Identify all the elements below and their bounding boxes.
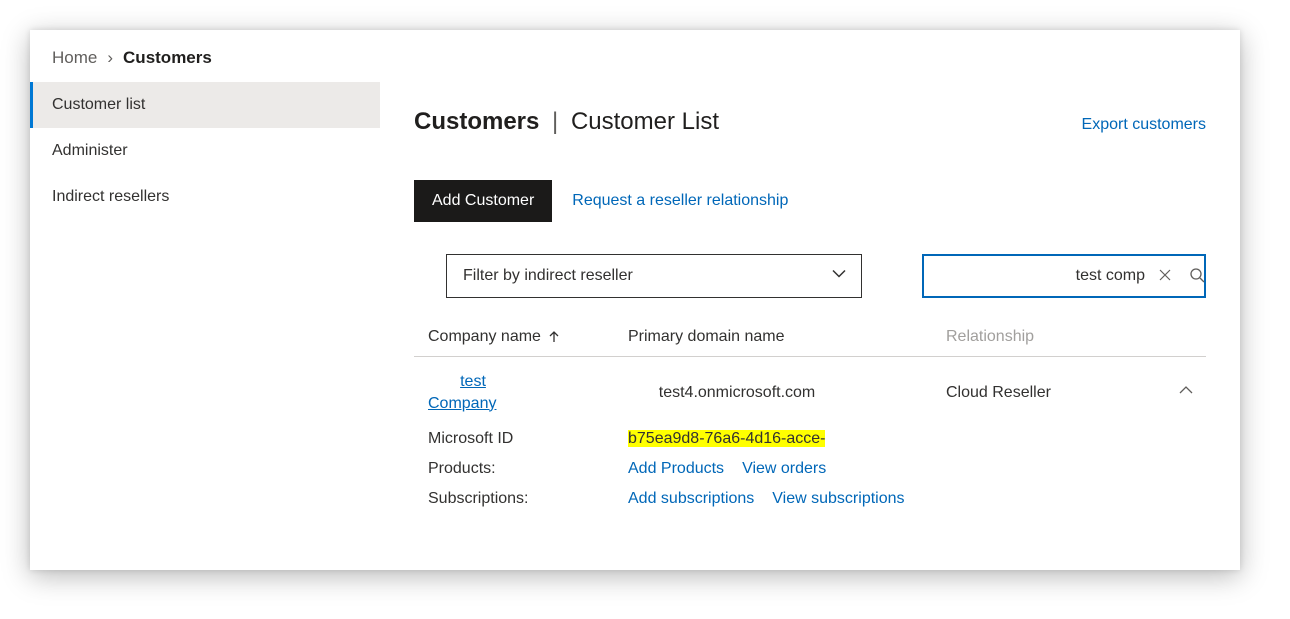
chevron-down-icon — [831, 266, 847, 287]
col-company[interactable]: Company name — [428, 328, 628, 346]
close-icon — [1157, 267, 1173, 286]
detail-products: Products: Add Products View orders — [414, 454, 1206, 484]
search-button[interactable] — [1185, 263, 1209, 290]
col-relationship: Relationship — [946, 328, 1166, 346]
page-title: Customers | Customer List — [414, 108, 719, 136]
add-subscriptions-link[interactable]: Add subscriptions — [628, 490, 754, 508]
company-link[interactable]: test Company — [428, 371, 628, 414]
filter-indirect-reseller-select[interactable]: Filter by indirect reseller — [446, 254, 862, 298]
search-input[interactable] — [938, 267, 1145, 285]
chevron-right-icon: › — [107, 48, 113, 68]
search-icon — [1189, 267, 1205, 286]
sidebar: Customer list Administer Indirect resell… — [30, 82, 380, 570]
view-orders-link[interactable]: View orders — [742, 460, 826, 478]
view-subscriptions-link[interactable]: View subscriptions — [772, 490, 904, 508]
domain-value: test4.onmicrosoft.com — [628, 384, 946, 402]
add-customer-button[interactable]: Add Customer — [414, 180, 552, 222]
sidebar-item-customer-list[interactable]: Customer list — [30, 82, 380, 128]
breadcrumb: Home › Customers — [30, 30, 1240, 82]
subs-label: Subscriptions: — [428, 490, 628, 508]
detail-subscriptions: Subscriptions: Add subscriptions View su… — [414, 484, 1206, 514]
table-row: test Company test4.onmicrosoft.com Cloud… — [414, 357, 1206, 424]
detail-msid: Microsoft ID b75ea9d8-76a6-4d16-acce- — [414, 424, 1206, 454]
col-domain[interactable]: Primary domain name — [628, 328, 946, 346]
company-line2: Company — [428, 393, 628, 415]
breadcrumb-current: Customers — [123, 48, 212, 68]
breadcrumb-home[interactable]: Home — [52, 48, 97, 68]
add-products-link[interactable]: Add Products — [628, 460, 724, 478]
export-customers-link[interactable]: Export customers — [1082, 116, 1206, 134]
table-header: Company name Primary domain name Relatio… — [414, 298, 1206, 357]
main-content: Customers | Customer List Export custome… — [380, 82, 1240, 570]
company-line1: test — [428, 371, 518, 393]
collapse-row-button[interactable] — [1166, 382, 1206, 403]
msid-label: Microsoft ID — [428, 430, 628, 448]
col-company-label: Company name — [428, 328, 541, 346]
msid-value: b75ea9d8-76a6-4d16-acce- — [628, 430, 825, 447]
request-reseller-link[interactable]: Request a reseller relationship — [572, 192, 788, 210]
page-title-sub: Customer List — [571, 108, 719, 135]
clear-search-button[interactable] — [1153, 263, 1177, 290]
search-box[interactable] — [922, 254, 1206, 298]
filter-label: Filter by indirect reseller — [463, 267, 633, 285]
relationship-value: Cloud Reseller — [946, 384, 1166, 402]
chevron-up-icon — [1178, 382, 1194, 403]
sidebar-item-administer[interactable]: Administer — [30, 128, 380, 174]
title-divider: | — [552, 108, 558, 135]
arrow-up-icon — [547, 330, 561, 344]
products-label: Products: — [428, 460, 628, 478]
page-title-bold: Customers — [414, 108, 539, 135]
sidebar-item-indirect-resellers[interactable]: Indirect resellers — [30, 174, 380, 220]
